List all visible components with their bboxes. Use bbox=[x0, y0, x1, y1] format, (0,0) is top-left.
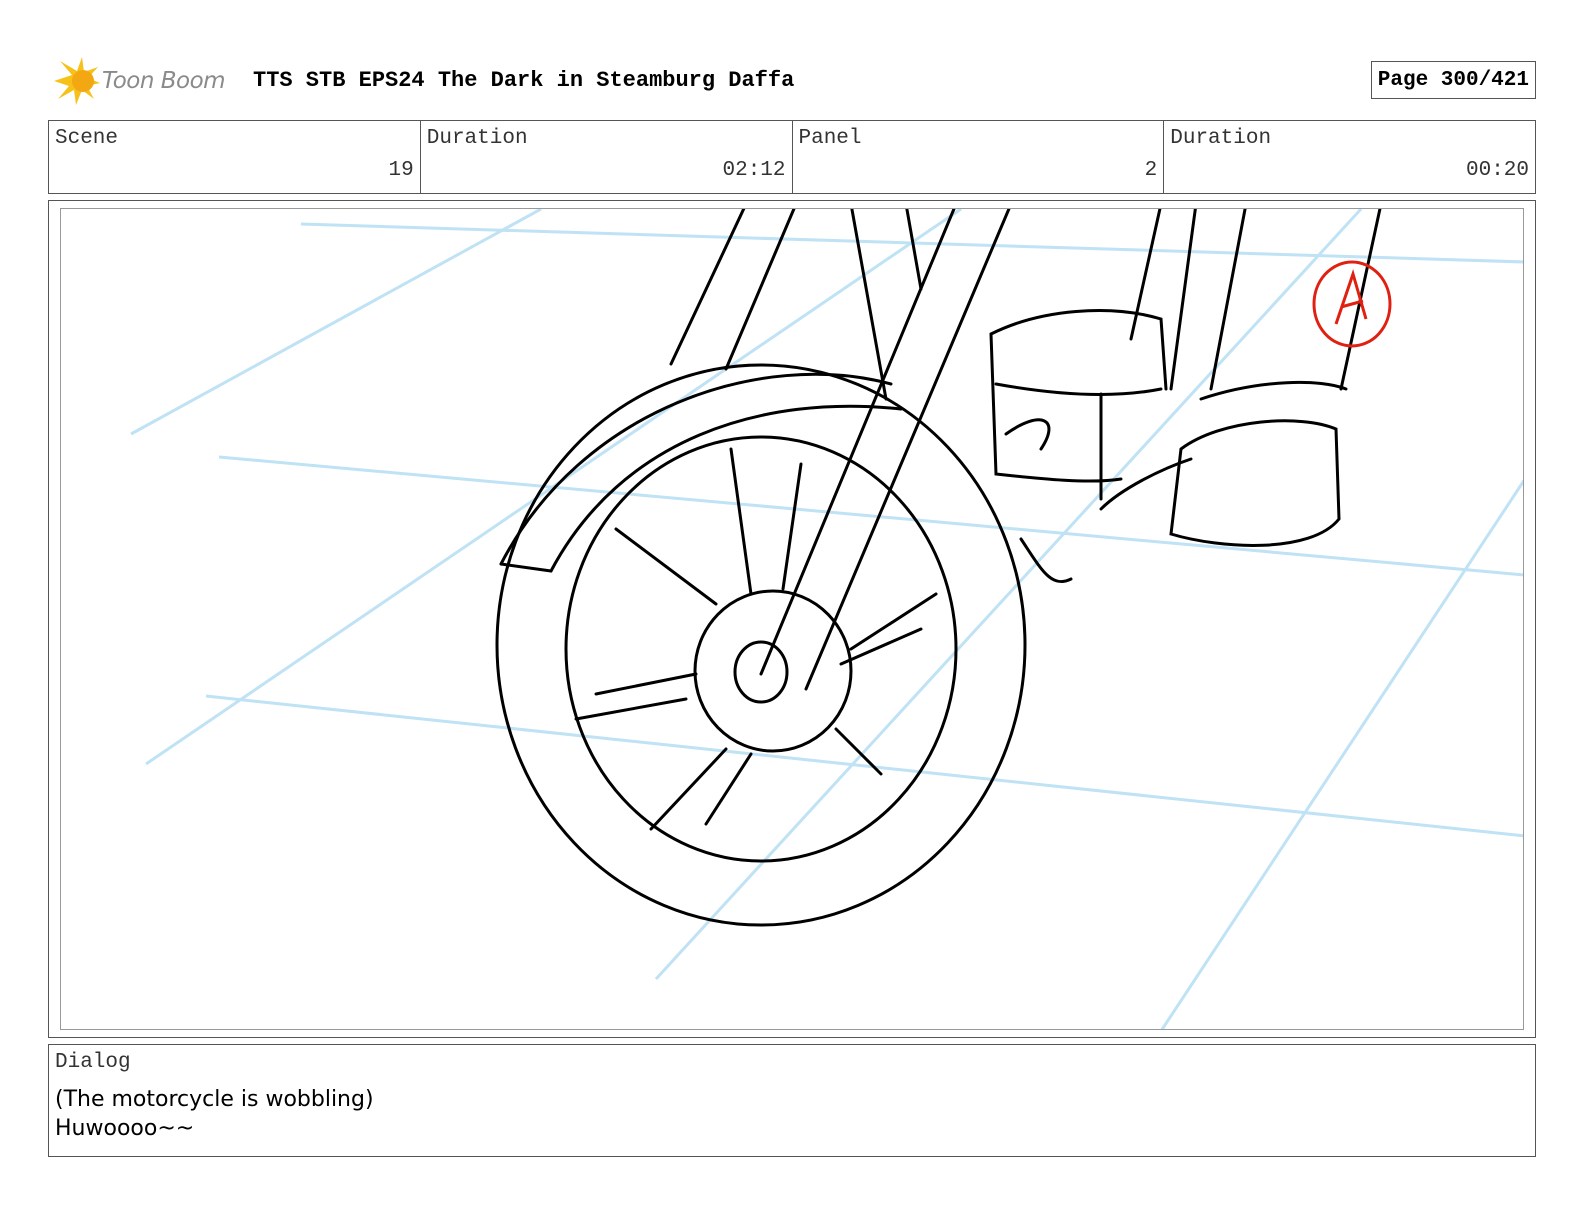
panel-duration-label: Duration bbox=[1170, 127, 1272, 150]
perspective-guides bbox=[130, 209, 1523, 1029]
page-number: Page 300/421 bbox=[1370, 61, 1536, 99]
scene-duration-label: Duration bbox=[426, 127, 528, 150]
page-header: Toon Boom TTS STB EPS24 The Dark in Stea… bbox=[50, 55, 1536, 107]
logo-text: Toon Boom bbox=[102, 68, 226, 94]
motorcycle-sketch: A bbox=[130, 209, 1523, 1029]
dialog-box: Dialog (The motorcycle is wobbling) Huwo… bbox=[48, 1044, 1536, 1157]
scene-label: Scene bbox=[55, 127, 119, 150]
document-title: TTS STB EPS24 The Dark in Steamburg Daff… bbox=[253, 68, 795, 93]
scene-info-table: Scene 19 Duration 02:12 Panel 2 Duration… bbox=[48, 120, 1536, 194]
scene-duration-cell: Duration 02:12 bbox=[421, 121, 793, 193]
scene-duration-value: 02:12 bbox=[722, 159, 786, 182]
panel-drawing-area: A bbox=[60, 208, 1524, 1030]
sketch-lines bbox=[495, 209, 1382, 927]
engine-block bbox=[989, 209, 1382, 583]
panel-value: 2 bbox=[1144, 159, 1158, 182]
starburst-icon bbox=[54, 57, 100, 105]
front-fork bbox=[669, 209, 1011, 691]
scene-cell: Scene 19 bbox=[49, 121, 421, 193]
panel-duration-value: 00:20 bbox=[1465, 159, 1529, 182]
panel-duration-cell: Duration 00:20 bbox=[1164, 121, 1535, 193]
storyboard-panel: A bbox=[48, 200, 1536, 1038]
scene-value: 19 bbox=[388, 159, 414, 182]
toon-boom-logo: Toon Boom bbox=[50, 55, 226, 107]
dialog-text: (The motorcycle is wobbling) Huwoooo~~ bbox=[55, 1087, 374, 1141]
panel-label: Panel bbox=[798, 127, 862, 150]
dialog-label: Dialog bbox=[55, 1051, 131, 1074]
panel-cell: Panel 2 bbox=[793, 121, 1165, 193]
